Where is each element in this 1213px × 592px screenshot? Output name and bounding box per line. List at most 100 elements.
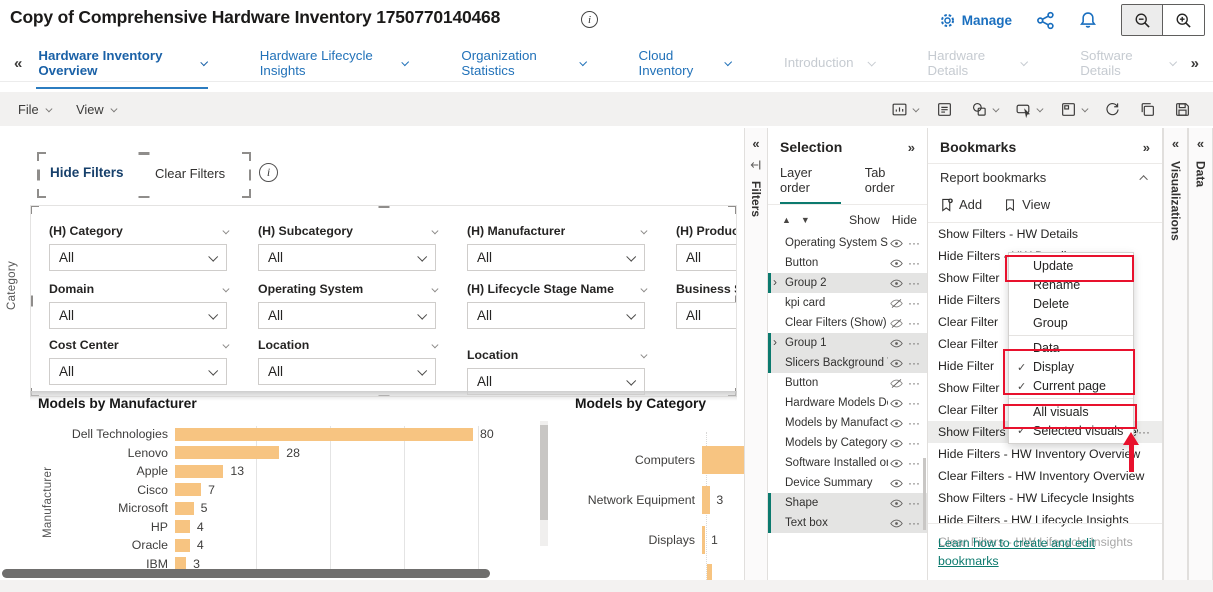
slicer-dropdown[interactable]: All	[49, 302, 227, 329]
more-options-icon[interactable]: ···	[908, 418, 920, 428]
visualizations-pane-label[interactable]: Visualizations	[1169, 161, 1183, 241]
slicer-header[interactable]: Domain	[49, 280, 227, 298]
collapse-pane-icon[interactable]: »	[1143, 140, 1150, 155]
layer-item[interactable]: › Text box ···	[768, 513, 927, 533]
chevron-down-icon[interactable]	[1169, 58, 1177, 66]
page-tab[interactable]: Hardware Inventory Overview	[36, 39, 207, 89]
tabs-scroll-right-icon[interactable]: »	[1177, 55, 1213, 72]
move-layer-down-icon[interactable]: ▼	[801, 215, 810, 225]
slicer-dropdown[interactable]: All	[676, 244, 737, 271]
layer-item[interactable]: › Group 1 ···	[768, 333, 927, 353]
bar-row[interactable]: Microsoft5	[38, 499, 518, 518]
bar[interactable]	[175, 446, 279, 459]
data-pane-label[interactable]: Data	[1194, 161, 1208, 187]
slicer-dropdown[interactable]: All	[258, 302, 436, 329]
visibility-on-icon[interactable]	[890, 418, 903, 429]
bar-row[interactable]: Oracle4	[38, 536, 518, 555]
more-options-icon[interactable]: ···	[908, 398, 920, 408]
insert-visual-button[interactable]	[887, 98, 922, 121]
manage-button[interactable]: Manage	[939, 12, 1012, 29]
layer-item[interactable]: › Device Summary ···	[768, 473, 927, 493]
more-options-icon[interactable]: ···	[908, 458, 920, 468]
page-tab[interactable]: Hardware Lifecycle Insights	[258, 39, 410, 89]
buttons-button[interactable]	[1011, 98, 1046, 121]
tab-tab-order[interactable]: Tab order	[865, 165, 915, 204]
chevron-down-icon[interactable]	[579, 58, 587, 66]
expand-pane-icon[interactable]: «	[1164, 128, 1187, 151]
more-options-icon[interactable]: ···	[908, 298, 920, 308]
more-options-icon[interactable]: ···	[908, 338, 920, 348]
pin-pane-icon[interactable]	[750, 159, 762, 171]
bookmark-item[interactable]: Hide Filters - HW Inventory Overview ···	[928, 443, 1162, 465]
bar-row[interactable]: Cisco7	[38, 481, 518, 500]
visibility-off-icon[interactable]	[890, 378, 903, 389]
layer-item[interactable]: › Hardware Models De... ···	[768, 393, 927, 413]
visibility-on-icon[interactable]	[890, 458, 903, 469]
view-menu[interactable]: View	[76, 102, 115, 117]
bar-row[interactable]: Displays1	[575, 520, 744, 560]
slicer-header[interactable]: (H) Product	[676, 222, 737, 240]
slicer-header[interactable]: Location	[258, 336, 436, 354]
visibility-on-icon[interactable]	[890, 498, 903, 509]
shapes-button[interactable]	[967, 98, 1002, 121]
slicer-dropdown[interactable]: All	[258, 358, 436, 385]
chevron-right-icon[interactable]: ›	[773, 335, 777, 349]
bar[interactable]	[175, 539, 190, 552]
layer-item[interactable]: › Clear Filters (Show) ···	[768, 313, 927, 333]
chevron-down-icon[interactable]	[724, 58, 732, 66]
slicer-header[interactable]: (H) Category	[49, 222, 227, 240]
bar[interactable]	[702, 486, 710, 514]
report-canvas[interactable]: Hide Filters Clear Filters i (H) Categor…	[0, 128, 744, 580]
hide-all-button[interactable]: Hide	[892, 213, 917, 227]
layer-item[interactable]: › Group 2 ···	[768, 273, 927, 293]
page-tab[interactable]: Cloud Inventory	[637, 39, 733, 89]
visibility-on-icon[interactable]	[890, 518, 903, 529]
bookmark-item[interactable]: Show Filters - HW Lifecycle Insights ···	[928, 487, 1162, 509]
slicer-dropdown[interactable]: All	[467, 244, 645, 271]
more-options-icon[interactable]: ···	[908, 258, 920, 268]
more-options-icon[interactable]: ···	[908, 518, 920, 528]
bookmarks-help-link[interactable]: Learn how to create and edit bookmarks	[938, 536, 1095, 568]
slicer-header[interactable]: (H) Manufacturer	[467, 222, 645, 240]
slicer-header[interactable]: Operating System	[258, 280, 436, 298]
visibility-on-icon[interactable]	[890, 258, 903, 269]
bar[interactable]	[175, 502, 194, 515]
info-icon[interactable]: i	[259, 163, 278, 182]
bar-row[interactable]: HP4	[38, 518, 518, 537]
layer-item[interactable]: › Button ···	[768, 373, 927, 393]
slicer-dropdown[interactable]: All	[258, 244, 436, 271]
refresh-button[interactable]	[1100, 98, 1125, 121]
visibility-on-icon[interactable]	[890, 478, 903, 489]
context-menu-item[interactable]: ✓ All visuals	[1009, 402, 1133, 421]
bar-row[interactable]: Computers	[575, 440, 744, 480]
models-by-manufacturer-chart[interactable]: Models by Manufacturer Dell Technologies…	[38, 396, 552, 580]
collapse-pane-icon[interactable]: »	[908, 140, 915, 155]
bar-row[interactable]: Network Equipment3	[575, 480, 744, 520]
slicer-header[interactable]: Cost Center	[49, 336, 227, 354]
bar[interactable]	[175, 520, 190, 533]
zoom-in-button[interactable]	[1163, 5, 1204, 35]
more-options-icon[interactable]: ···	[908, 498, 920, 508]
visibility-on-icon[interactable]	[890, 438, 903, 449]
text-box-button[interactable]	[932, 98, 957, 121]
chevron-down-icon[interactable]	[1021, 58, 1029, 66]
context-menu-item[interactable]: ✓ Delete	[1009, 294, 1133, 313]
page-tab[interactable]: Software Details	[1078, 39, 1176, 89]
context-menu-item[interactable]: ✓ Display	[1009, 358, 1133, 377]
layer-item[interactable]: › Software Installed on ... ···	[768, 453, 927, 473]
report-bookmarks-section[interactable]: Report bookmarks	[928, 163, 1162, 193]
context-menu-item[interactable]: ✓ Current page	[1009, 377, 1133, 399]
clear-filters-button[interactable]: Clear Filters	[155, 166, 225, 181]
visibility-off-icon[interactable]	[890, 298, 903, 309]
bar-row[interactable]: Lenovo28	[38, 444, 518, 463]
context-menu-item[interactable]: ✓ Rename	[1009, 275, 1133, 294]
context-menu-item[interactable]: ✓ Data	[1009, 339, 1133, 358]
more-options-icon[interactable]: ···	[908, 358, 920, 368]
more-options-icon[interactable]: ···	[908, 438, 920, 448]
layer-item[interactable]: › Button ···	[768, 253, 927, 273]
share-icon[interactable]	[1036, 11, 1055, 30]
layer-item[interactable]: › kpi card ···	[768, 293, 927, 313]
visibility-on-icon[interactable]	[890, 358, 903, 369]
context-menu-item[interactable]: ✓ Selected visuals	[1009, 421, 1133, 440]
zoom-out-button[interactable]	[1122, 5, 1163, 35]
